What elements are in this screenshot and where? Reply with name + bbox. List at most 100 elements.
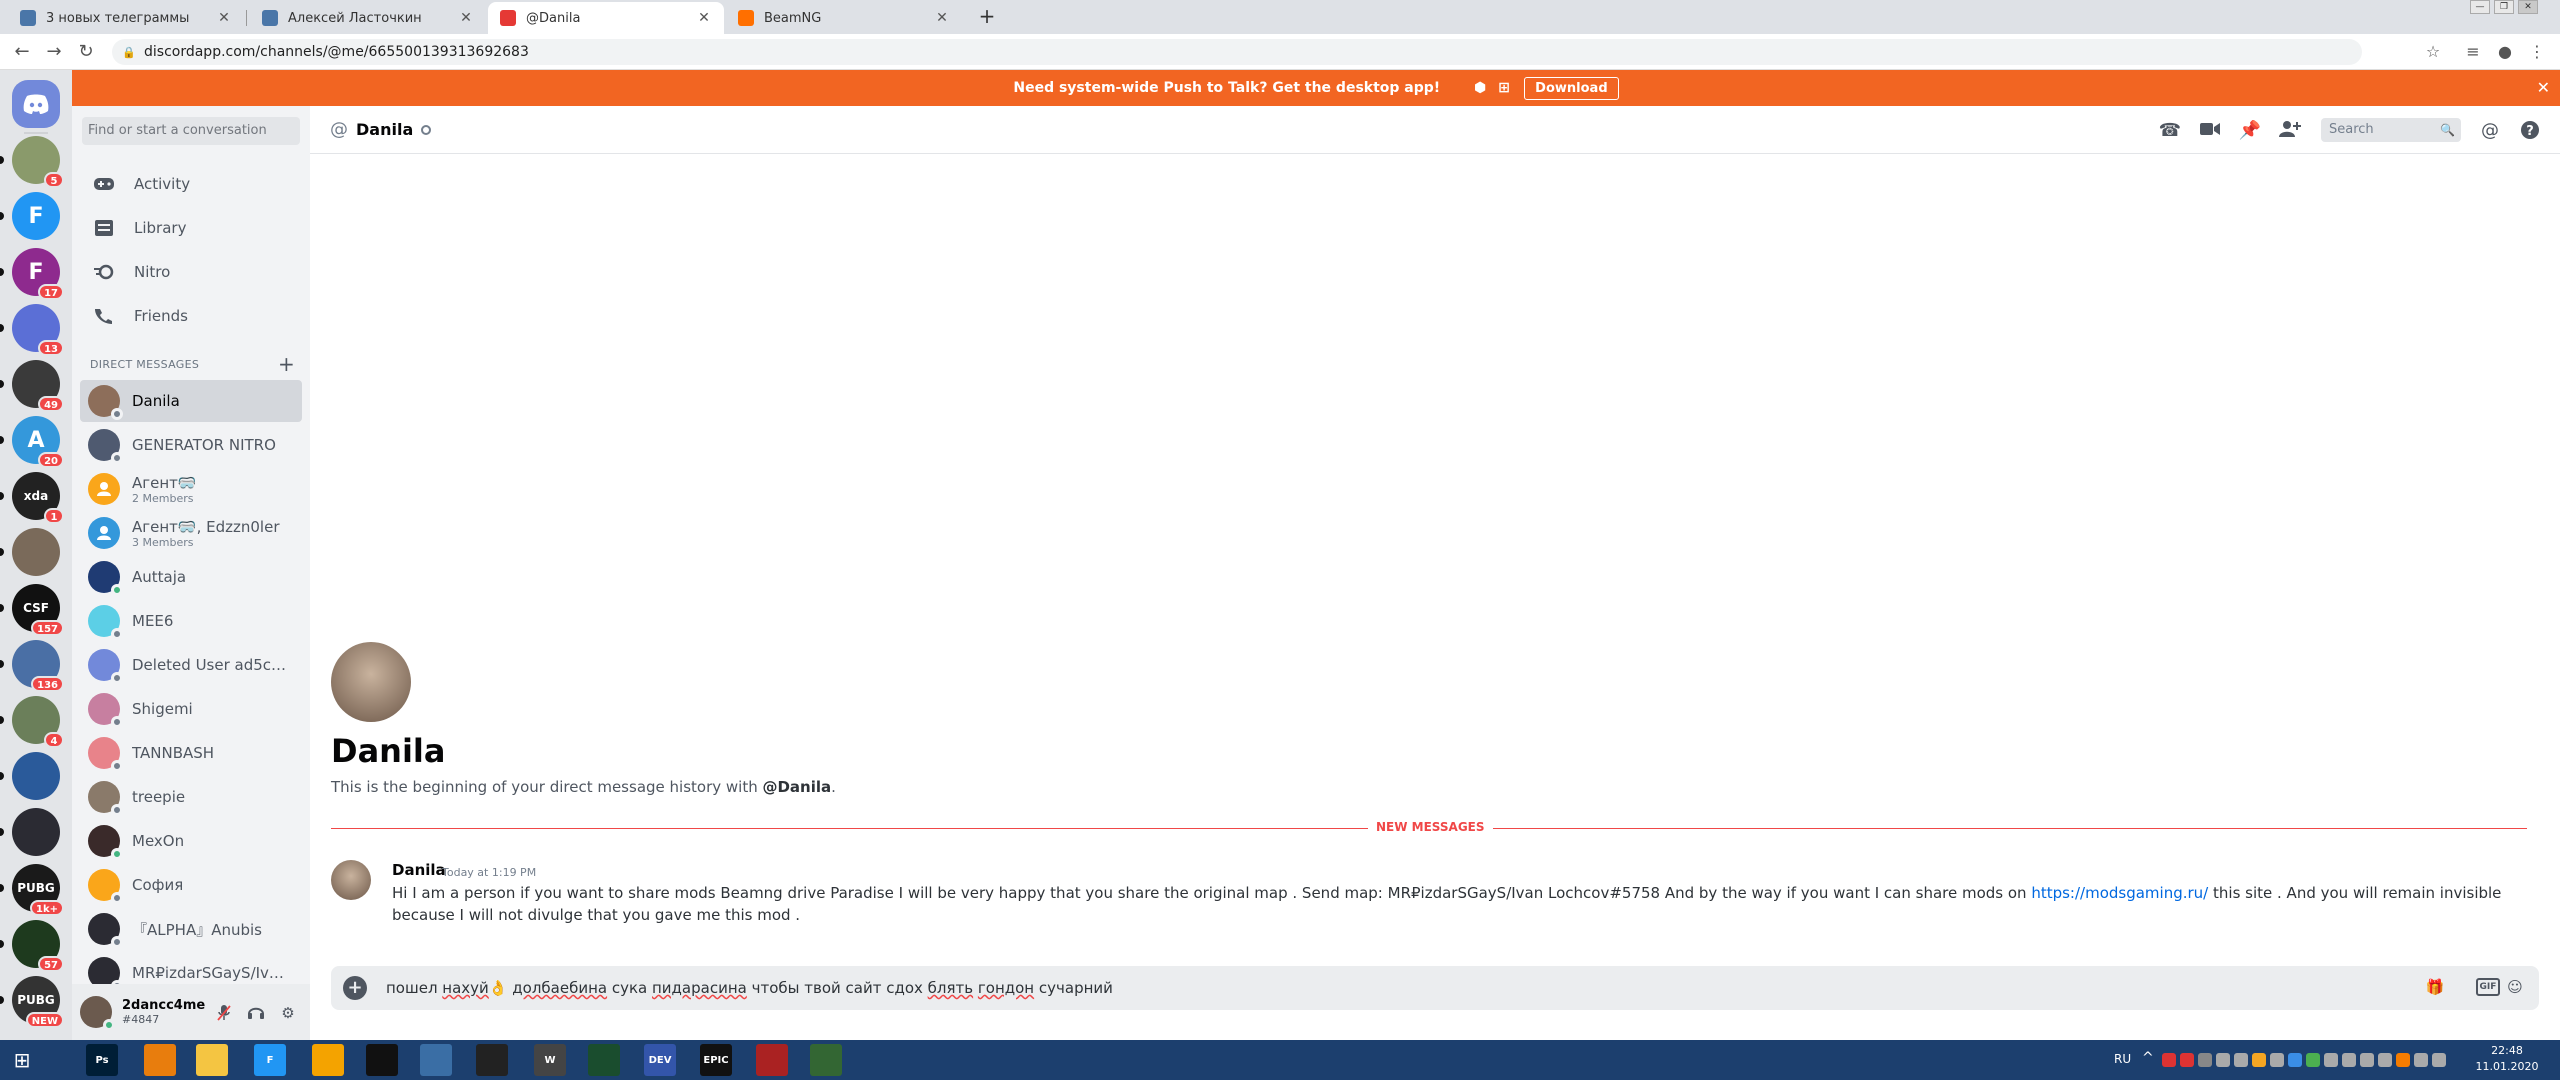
tray-icon[interactable]	[2432, 1053, 2446, 1067]
tray-icon[interactable]	[2324, 1053, 2338, 1067]
mentions-icon[interactable]: @	[2478, 120, 2502, 144]
taskbar-app-icon[interactable]	[420, 1044, 452, 1076]
server-icon[interactable]	[12, 752, 60, 800]
back-icon[interactable]: ←	[12, 42, 32, 62]
gift-icon[interactable]: 🎁	[2424, 978, 2446, 998]
new-tab-button[interactable]: +	[976, 6, 998, 28]
close-tab-icon[interactable]: ✕	[696, 10, 712, 26]
dm-item[interactable]: Deleted User ad5c7b...	[80, 644, 302, 686]
dm-item[interactable]: MexOn	[80, 820, 302, 862]
playlist-icon[interactable]: ≡	[2462, 42, 2484, 64]
server-icon[interactable]: CSF 157	[12, 584, 64, 636]
voice-call-icon[interactable]: ☎	[2158, 120, 2182, 144]
dm-item[interactable]: Агент🥽, Edzzn0ler 3 Members	[80, 512, 302, 554]
tray-icon[interactable]	[2396, 1053, 2410, 1067]
server-icon[interactable]: 136	[12, 640, 64, 692]
close-tab-icon[interactable]: ✕	[216, 10, 232, 26]
tray-icon[interactable]	[2234, 1053, 2248, 1067]
message-input[interactable]: пошел нахуй👌 долбаебина сука пидарасина …	[386, 979, 1113, 997]
tray-icon[interactable]	[2342, 1053, 2356, 1067]
close-window-button[interactable]: ✕	[2518, 0, 2538, 14]
download-button[interactable]: Download	[1524, 76, 1619, 100]
message-link[interactable]: https://modsgaming.ru/	[2031, 884, 2208, 902]
tray-icon[interactable]	[2252, 1053, 2266, 1067]
emoji-icon[interactable]: ☺	[2504, 978, 2526, 998]
taskbar-app-icon[interactable]: Ps	[86, 1044, 118, 1076]
tray-icon[interactable]	[2270, 1053, 2284, 1067]
system-clock[interactable]: 22:48 11.01.2020	[2472, 1043, 2542, 1075]
tray-icon[interactable]	[2288, 1053, 2302, 1067]
dm-item[interactable]: 『ALPHA』Anubis	[80, 908, 302, 950]
dm-item[interactable]: Shigemi	[80, 688, 302, 730]
create-dm-plus-icon[interactable]: +	[278, 352, 295, 376]
minimize-button[interactable]: —	[2470, 0, 2490, 14]
address-bar[interactable]: 🔒 discordapp.com/channels/@me/6655001393…	[112, 39, 2362, 65]
apple-icon[interactable]	[1448, 80, 1464, 96]
close-banner-icon[interactable]: ✕	[2537, 78, 2550, 97]
dm-item[interactable]: Auttaja	[80, 556, 302, 598]
tray-icon[interactable]	[2306, 1053, 2320, 1067]
dm-item[interactable]: GENERATOR NITRO	[80, 424, 302, 466]
server-icon[interactable]: F	[12, 192, 60, 240]
taskbar-app-icon[interactable]	[196, 1044, 228, 1076]
browser-tab-vk[interactable]: Алексей Ласточкин ✕	[250, 2, 486, 34]
dm-item[interactable]: treepie	[80, 776, 302, 818]
tray-icon[interactable]	[2360, 1053, 2374, 1067]
mute-mic-icon[interactable]	[214, 1004, 234, 1024]
menu-dots-icon[interactable]: ⋮	[2526, 42, 2548, 64]
server-icon[interactable]: xda 1	[12, 472, 64, 524]
tray-icon[interactable]	[2378, 1053, 2392, 1067]
nav-nitro[interactable]: Nitro	[80, 252, 302, 292]
input-language[interactable]: RU	[2114, 1052, 2131, 1066]
gif-button[interactable]: GIF	[2476, 978, 2500, 996]
taskbar-app-icon[interactable]: DEV	[644, 1044, 676, 1076]
pinned-messages-icon[interactable]: 📌	[2238, 120, 2262, 144]
message-author-avatar[interactable]	[331, 860, 371, 900]
dm-item[interactable]: София	[80, 864, 302, 906]
server-icon[interactable]: 49	[12, 360, 64, 412]
taskbar-app-icon[interactable]	[756, 1044, 788, 1076]
taskbar-app-icon[interactable]: F	[254, 1044, 286, 1076]
close-tab-icon[interactable]: ✕	[934, 10, 950, 26]
dm-item[interactable]: Danila	[80, 380, 302, 422]
video-call-icon[interactable]	[2198, 120, 2222, 144]
help-icon[interactable]: ?	[2518, 120, 2542, 144]
profile-icon[interactable]: ●	[2494, 42, 2516, 64]
server-icon[interactable]: PUBG 1k+	[12, 864, 64, 916]
tray-icon[interactable]	[2198, 1053, 2212, 1067]
taskbar-app-icon[interactable]	[366, 1044, 398, 1076]
restore-button[interactable]: ❐	[2494, 0, 2514, 14]
tray-icon[interactable]	[2180, 1053, 2194, 1067]
dm-item[interactable]: Агент🥽 2 Members	[80, 468, 302, 510]
server-icon[interactable]: 57	[12, 920, 64, 972]
server-icon[interactable]: 4	[12, 696, 64, 748]
browser-tab-beamng[interactable]: BeamNG ✕	[726, 2, 962, 34]
server-icon[interactable]: 5	[12, 136, 64, 188]
reload-icon[interactable]: ↻	[76, 42, 96, 62]
bookmark-star-icon[interactable]: ☆	[2422, 42, 2444, 64]
taskbar-app-icon[interactable]: EPIC	[700, 1044, 732, 1076]
windows-start-icon[interactable]: ⊞	[10, 1048, 34, 1072]
discord-home-icon[interactable]	[12, 80, 60, 128]
dm-item[interactable]: MEE6	[80, 600, 302, 642]
server-icon[interactable]: A 20	[12, 416, 64, 468]
server-icon[interactable]	[12, 808, 60, 856]
user-avatar[interactable]	[80, 996, 115, 1031]
tray-icon[interactable]	[2414, 1053, 2428, 1067]
browser-tab-discord[interactable]: @Danila ✕	[488, 2, 724, 34]
add-friend-to-dm-icon[interactable]	[2278, 120, 2302, 144]
taskbar-app-icon[interactable]: W	[534, 1044, 566, 1076]
forward-icon[interactable]: →	[44, 42, 64, 62]
android-icon[interactable]: ⬢	[1472, 80, 1488, 96]
find-conversation-input[interactable]: Find or start a conversation	[82, 117, 300, 145]
taskbar-app-icon[interactable]	[312, 1044, 344, 1076]
nav-friends[interactable]: Friends	[80, 296, 302, 336]
tray-expand-chevron-icon[interactable]: ^	[2142, 1050, 2154, 1066]
upload-plus-icon[interactable]: +	[343, 976, 367, 1000]
message-author[interactable]: Danila	[392, 861, 446, 879]
taskbar-app-icon[interactable]	[588, 1044, 620, 1076]
headphones-icon[interactable]	[246, 1004, 266, 1024]
server-icon[interactable]: 13	[12, 304, 64, 356]
taskbar-app-icon[interactable]	[810, 1044, 842, 1076]
settings-gear-icon[interactable]: ⚙	[278, 1004, 298, 1024]
